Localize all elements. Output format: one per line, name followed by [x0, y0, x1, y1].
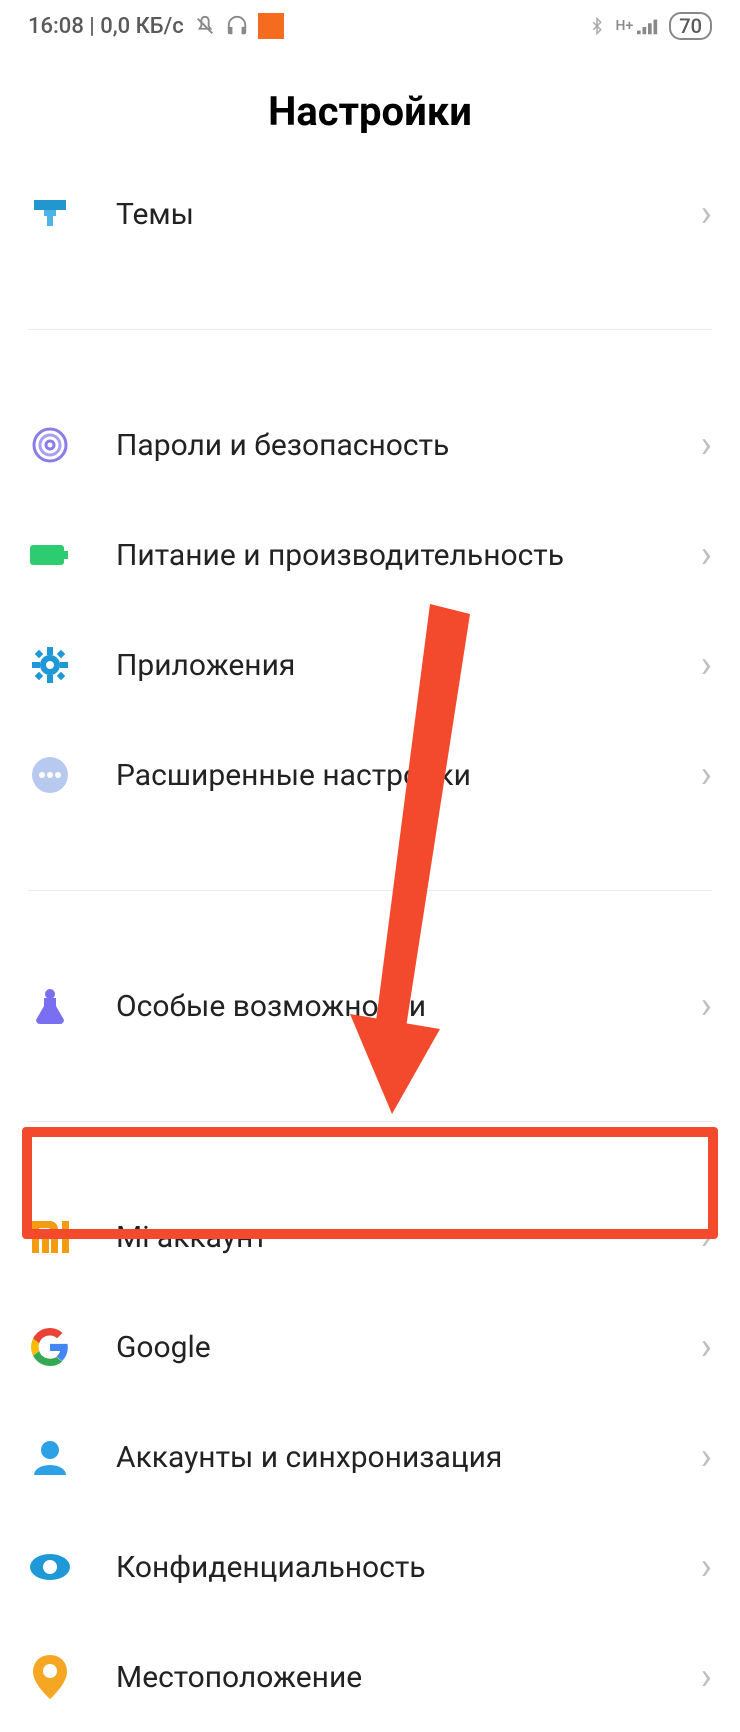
item-label: Особые возможности: [116, 989, 701, 1024]
chevron-right-icon: ›: [701, 423, 712, 467]
item-label: Приложения: [116, 648, 701, 683]
item-battery-performance[interactable]: Питание и производительность ›: [0, 500, 740, 610]
network-h-plus-icon: H+: [616, 18, 634, 34]
mi-logo-icon: [28, 1215, 72, 1259]
chevron-right-icon: ›: [701, 643, 712, 687]
item-google[interactable]: Google ›: [0, 1292, 740, 1402]
battery-indicator: 70: [669, 12, 712, 40]
bluetooth-icon: [588, 15, 606, 37]
mi-app-icon: [258, 13, 284, 39]
chevron-right-icon: ›: [701, 533, 712, 577]
item-label: Mi аккаунт: [116, 1220, 701, 1255]
location-pin-icon: [28, 1655, 72, 1699]
flask-icon: [28, 984, 72, 1028]
page-title: Настройки: [0, 48, 740, 159]
item-themes[interactable]: Темы ›: [0, 159, 740, 269]
signal-icon: [637, 17, 659, 35]
status-left: 16:08 | 0,0 КБ/с: [28, 13, 284, 39]
item-label: Пароли и безопасность: [116, 428, 701, 463]
status-time: 16:08 | 0,0 КБ/с: [28, 14, 184, 39]
google-logo-icon: [28, 1325, 72, 1369]
item-passwords-security[interactable]: Пароли и безопасность ›: [0, 390, 740, 500]
chevron-right-icon: ›: [701, 1325, 712, 1369]
item-advanced-settings[interactable]: Расширенные настройки ›: [0, 720, 740, 830]
chevron-right-icon: ›: [701, 1655, 712, 1699]
battery-icon: [28, 533, 72, 577]
item-accessibility[interactable]: Особые возможности ›: [0, 951, 740, 1061]
item-accounts-sync[interactable]: Аккаунты и синхронизация ›: [0, 1402, 740, 1512]
item-label: Местоположение: [116, 1660, 701, 1695]
settings-gear-icon: [28, 643, 72, 687]
item-location[interactable]: Местоположение ›: [0, 1622, 740, 1732]
item-label: Расширенные настройки: [116, 758, 701, 793]
item-privacy[interactable]: Конфиденциальность ›: [0, 1512, 740, 1622]
item-mi-account[interactable]: Mi аккаунт ›: [0, 1182, 740, 1292]
user-icon: [28, 1435, 72, 1479]
item-label: Темы: [116, 197, 701, 232]
item-label: Питание и производительность: [116, 538, 701, 573]
status-bar: 16:08 | 0,0 КБ/с H+ 70: [0, 0, 740, 48]
chevron-right-icon: ›: [701, 753, 712, 797]
fingerprint-icon: [28, 423, 72, 467]
chevron-right-icon: ›: [701, 1545, 712, 1589]
headphones-icon: [226, 15, 248, 37]
settings-list: Темы › Пароли и безопасность › Питание и…: [0, 159, 740, 1732]
chevron-right-icon: ›: [701, 192, 712, 236]
mute-icon: [194, 15, 216, 37]
item-label: Google: [116, 1330, 701, 1365]
themes-icon: [28, 192, 72, 236]
chevron-right-icon: ›: [701, 1435, 712, 1479]
item-apps[interactable]: Приложения ›: [0, 610, 740, 720]
item-label: Аккаунты и синхронизация: [116, 1440, 701, 1475]
eye-icon: [28, 1545, 72, 1589]
chevron-right-icon: ›: [701, 984, 712, 1028]
item-label: Конфиденциальность: [116, 1550, 701, 1585]
status-right: H+ 70: [588, 12, 712, 40]
chevron-right-icon: ›: [701, 1215, 712, 1259]
more-icon: [28, 753, 72, 797]
